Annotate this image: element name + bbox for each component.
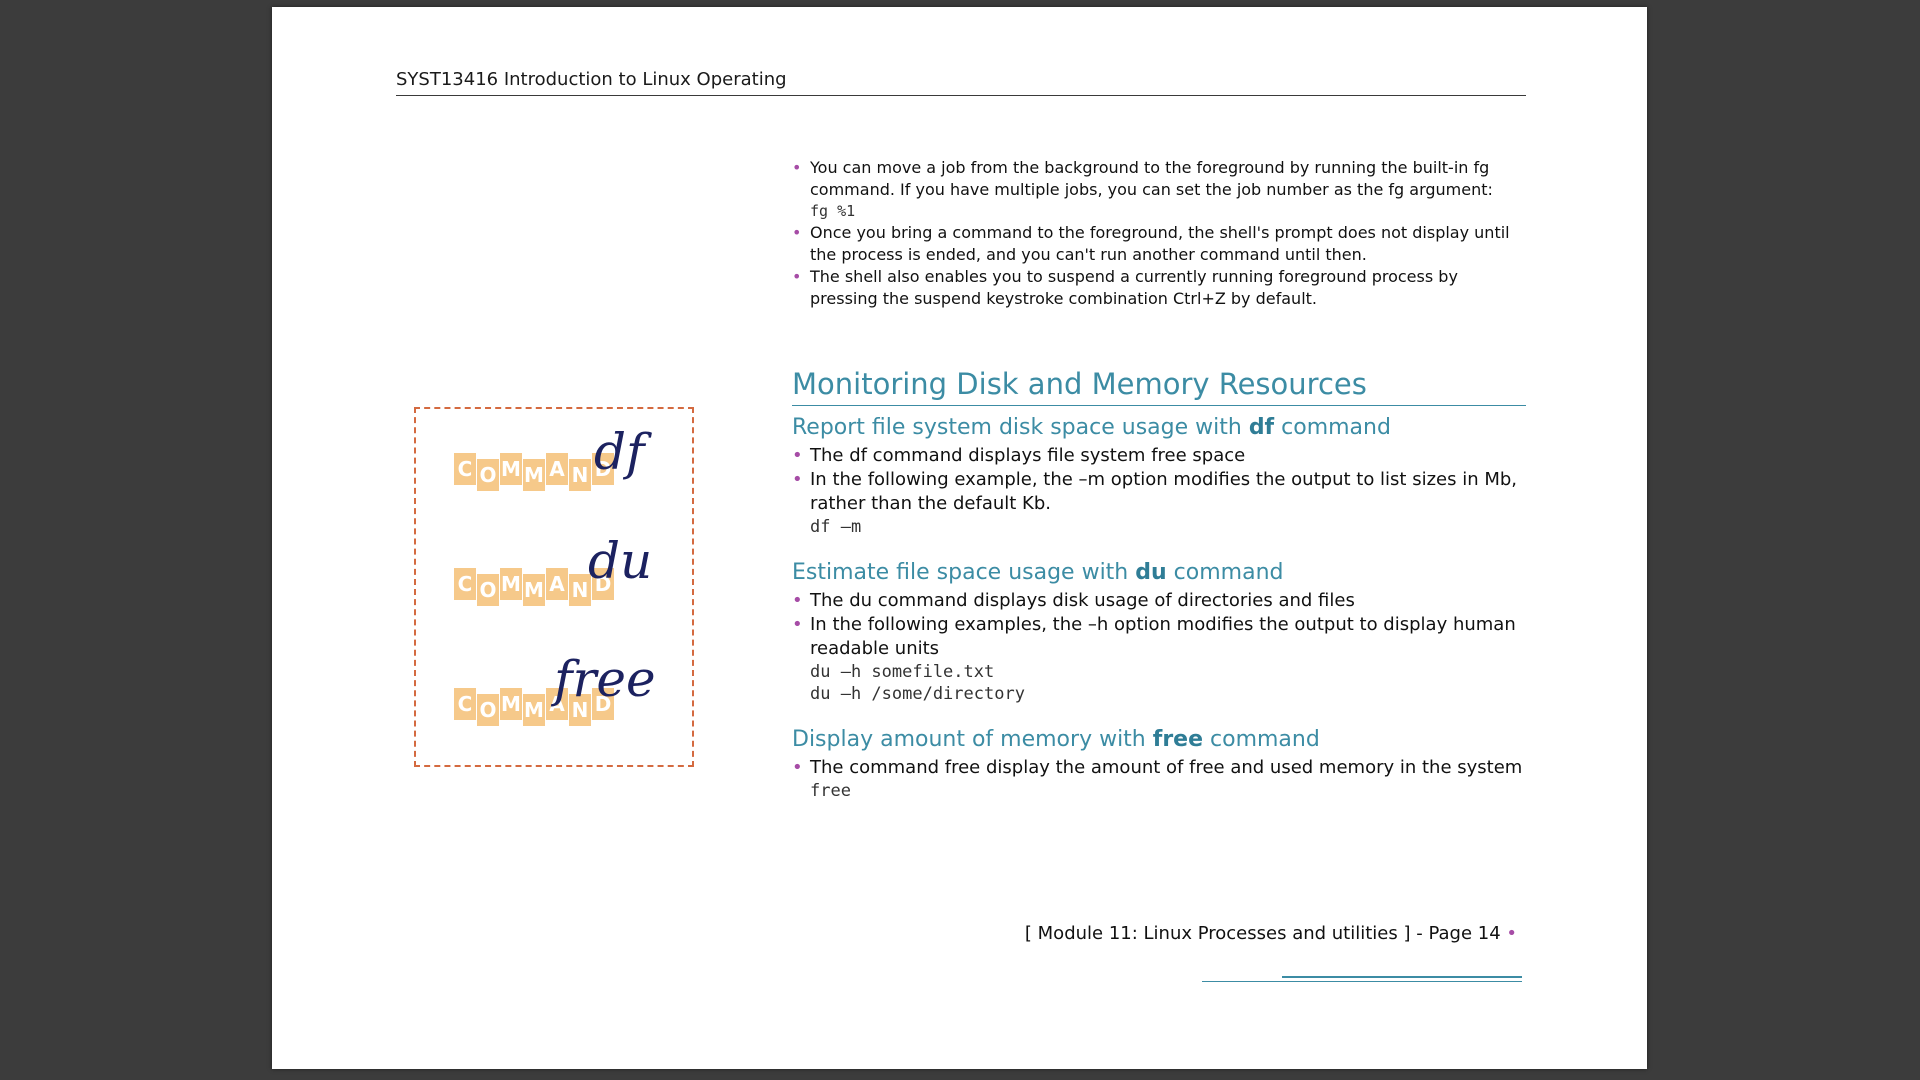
du-script: du — [588, 532, 653, 590]
section-title: Monitoring Disk and Memory Resources — [792, 367, 1526, 406]
df-section: Report file system disk space usage with… — [792, 414, 1526, 538]
list-item: The df command displays file system free… — [792, 444, 1526, 468]
document-page: SYST13416 Introduction to Linux Operatin… — [272, 7, 1647, 1069]
footer-rule — [1202, 981, 1522, 982]
free-section: Display amount of memory with free comma… — [792, 726, 1526, 802]
command-figure: C O M M A N D df C O M M A N D du C O M … — [414, 407, 694, 767]
job-control-bullets: You can move a job from the background t… — [792, 157, 1526, 310]
page-header: SYST13416 Introduction to Linux Operatin… — [396, 69, 1526, 96]
footer-rule-accent — [1282, 976, 1522, 978]
df-command-art: C O M M A N D df — [454, 427, 654, 497]
free-heading: Display amount of memory with free comma… — [792, 727, 1320, 752]
list-item: The du command displays disk usage of di… — [792, 589, 1526, 613]
code-du-file: du –h somefile.txt — [810, 662, 995, 682]
footer-bullet-icon: • — [1506, 923, 1517, 944]
free-script: free — [554, 650, 656, 708]
list-item: Once you bring a command to the foregrou… — [792, 222, 1526, 266]
command-tiles: C O M M A N D — [454, 453, 615, 491]
df-heading: Report file system disk space usage with… — [792, 415, 1391, 440]
du-command-art: C O M M A N D du — [454, 536, 654, 612]
list-item: In the following example, the –m option … — [792, 468, 1526, 516]
page-footer: [ Module 11: Linux Processes and utiliti… — [1024, 923, 1517, 944]
df-script: df — [594, 423, 645, 481]
list-item: You can move a job from the background t… — [792, 157, 1526, 201]
code-fg: fg %1 — [810, 202, 856, 220]
du-section: Estimate file space usage with du comman… — [792, 559, 1526, 705]
code-du-dir: du –h /some/directory — [810, 684, 1025, 704]
list-item: In the following examples, the –h option… — [792, 613, 1526, 661]
du-heading: Estimate file space usage with du comman… — [792, 560, 1284, 585]
code-free: free — [810, 781, 851, 801]
free-command-art: C O M M A N D free — [454, 654, 656, 732]
code-df: df –m — [810, 517, 862, 537]
list-item: The shell also enables you to suspend a … — [792, 266, 1526, 310]
list-item: The command free display the amount of f… — [792, 756, 1526, 780]
